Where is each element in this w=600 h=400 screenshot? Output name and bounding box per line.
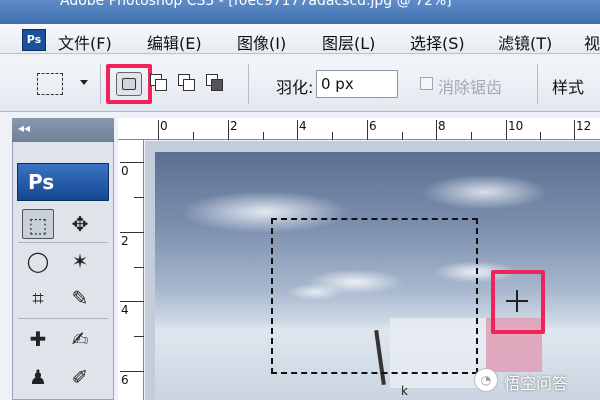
- ruler-horizontal[interactable]: 0 2 4 6 8 10 12: [118, 118, 600, 140]
- ruler-tick: [471, 132, 472, 140]
- feather-input[interactable]: 0 px: [316, 70, 398, 98]
- ruler-tick: [120, 371, 144, 372]
- slice-tool[interactable]: ✎: [64, 283, 96, 313]
- options-divider: [537, 64, 538, 104]
- rectangular-marquee-tool[interactable]: ⬚: [22, 209, 54, 239]
- app-icon[interactable]: Ps: [22, 29, 46, 51]
- menu-image[interactable]: 图像(I): [237, 30, 286, 54]
- ruler-tick: [120, 162, 144, 163]
- ps-logo: Ps: [17, 163, 109, 201]
- ruler-tick: [120, 232, 144, 233]
- subtract-from-selection-button[interactable]: [178, 74, 196, 92]
- intersect-selection-button[interactable]: [206, 74, 224, 92]
- ruler-tick: [436, 120, 437, 140]
- menu-select[interactable]: 选择(S): [410, 30, 465, 54]
- options-divider: [248, 64, 249, 104]
- ruler-tick: [193, 132, 194, 140]
- ruler-vertical[interactable]: 0 2 4 6: [118, 140, 144, 400]
- ruler-tick: [402, 132, 403, 140]
- add-to-selection-button[interactable]: [150, 74, 168, 92]
- history-brush-tool[interactable]: ✐: [64, 362, 96, 392]
- menu-edit[interactable]: 编辑(E): [147, 30, 202, 54]
- ruler-label: 4: [121, 303, 129, 317]
- watermark-logo-icon: ◔: [474, 368, 498, 392]
- ruler-label: 4: [299, 119, 307, 133]
- tools-divider: [18, 318, 108, 319]
- options-divider: [100, 64, 101, 104]
- feather-label: 羽化:: [276, 78, 314, 97]
- style-label: 样式: [552, 78, 585, 97]
- subtract-selection-icon-front: [183, 79, 195, 91]
- collapse-icon[interactable]: ◂◂: [18, 121, 30, 135]
- antialias-checkbox[interactable]: [420, 77, 433, 90]
- ruler-tick: [506, 120, 507, 140]
- ruler-label: 0: [160, 119, 168, 133]
- window-title: Adobe Photoshop CS3 - [f0ec97177adacscd.…: [60, 0, 452, 9]
- add-selection-icon-front: [155, 79, 167, 91]
- magic-wand-tool[interactable]: ✶: [64, 246, 96, 276]
- ruler-tick: [120, 301, 144, 302]
- lasso-tool[interactable]: ◯: [22, 246, 54, 276]
- ruler-label: 8: [438, 119, 446, 133]
- ruler-label: 2: [121, 234, 129, 248]
- menu-file[interactable]: 文件(F): [58, 30, 112, 54]
- healing-brush-tool[interactable]: ✚: [22, 324, 54, 354]
- ruler-label: 10: [508, 119, 524, 133]
- ruler-label: 2: [230, 119, 238, 133]
- brush-tool[interactable]: ✍: [64, 324, 96, 354]
- ruler-tick: [263, 132, 264, 140]
- marquee-preset-icon[interactable]: [37, 73, 63, 95]
- ruler-label: 6: [369, 119, 377, 133]
- antialias-label: 消除锯齿: [438, 78, 503, 97]
- ruler-label: 0: [121, 164, 129, 178]
- move-tool[interactable]: ✥: [64, 209, 96, 239]
- ruler-tick: [134, 336, 144, 337]
- ruler-label: 12: [576, 119, 592, 133]
- ruler-tick: [332, 132, 333, 140]
- ruler-tick: [297, 120, 298, 140]
- menu-layer[interactable]: 图层(L): [322, 30, 375, 54]
- menu-filter[interactable]: 滤镜(T): [498, 30, 552, 54]
- ruler-tick: [540, 132, 541, 140]
- ruler-label: 6: [121, 373, 129, 387]
- ruler-tick: [228, 120, 229, 140]
- tools-divider: [18, 242, 108, 243]
- highlight-cursor: [491, 270, 545, 334]
- crop-tool[interactable]: ⌗: [22, 283, 54, 313]
- ruler-tick: [134, 267, 144, 268]
- ruler-tick: [367, 120, 368, 140]
- marquee-selection[interactable]: [271, 218, 478, 374]
- clone-stamp-tool[interactable]: ♟: [22, 362, 54, 392]
- ruler-tick: [134, 197, 144, 198]
- intersect-selection-icon-front: [211, 79, 223, 91]
- ruler-tick: [158, 120, 159, 140]
- menu-view[interactable]: 视: [584, 30, 600, 54]
- highlight-new-selection: [106, 64, 152, 104]
- chevron-down-icon[interactable]: [80, 80, 88, 85]
- cursor-letter: k: [401, 384, 408, 398]
- watermark-text: 悟空问答: [504, 374, 569, 393]
- title-bar: Adobe Photoshop CS3 - [f0ec97177adacscd.…: [0, 0, 600, 24]
- ruler-tick: [574, 120, 575, 140]
